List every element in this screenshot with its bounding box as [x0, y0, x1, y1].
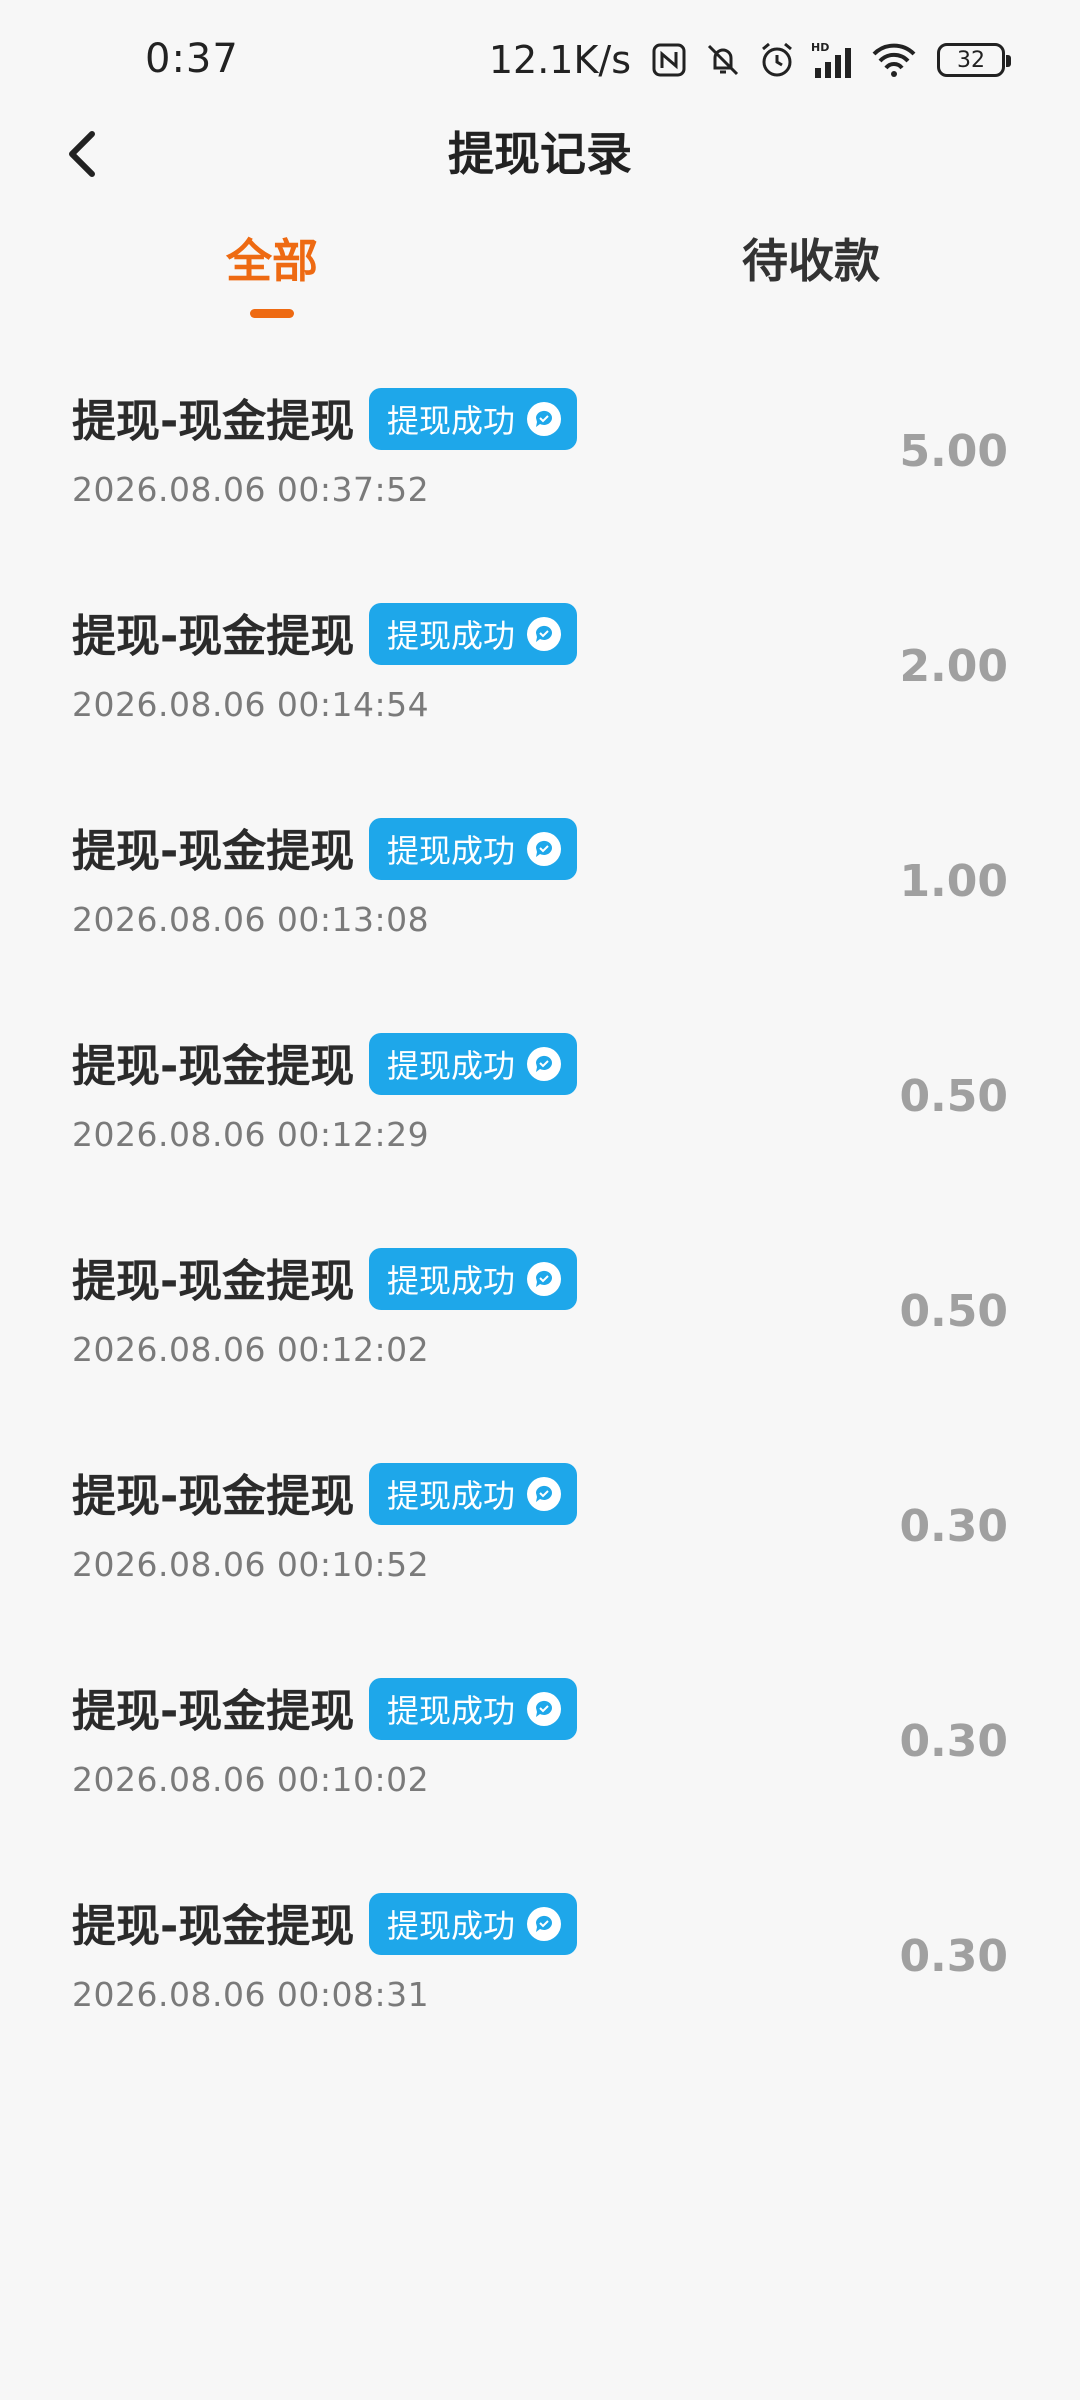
record-title: 提现-现金提现 [72, 826, 355, 877]
record-amount: 0.30 [899, 1931, 1008, 1982]
record-time: 2026.08.06 00:14:54 [72, 685, 430, 724]
battery-icon: 32 [937, 43, 1011, 77]
record-amount: 0.50 [899, 1071, 1008, 1122]
tab-all-label: 全部 [226, 234, 318, 288]
nfc-icon [649, 40, 689, 80]
status-icons: 12.1K/s HD 32 [488, 30, 1011, 90]
tab-bar: 全部 待收款 [0, 225, 1080, 325]
chat-bubble-icon [527, 1262, 562, 1296]
status-badge: 提现成功 [369, 603, 578, 665]
chat-bubble-icon [527, 1477, 562, 1511]
list-item[interactable]: 提现-现金提现 提现成功 2026.08.06 00:10:02 0.30 [0, 1660, 1080, 1875]
battery-level: 32 [957, 47, 985, 73]
status-badge: 提现成功 [369, 388, 578, 450]
record-time: 2026.08.06 00:12:02 [72, 1330, 430, 1369]
bell-muted-icon [703, 40, 743, 80]
record-title: 提现-现金提现 [72, 1901, 355, 1952]
record-title: 提现-现金提现 [72, 396, 355, 447]
record-title: 提现-现金提现 [72, 1686, 355, 1737]
tab-all[interactable]: 全部 [226, 225, 318, 325]
record-title: 提现-现金提现 [72, 1041, 355, 1092]
record-time: 2026.08.06 00:10:02 [72, 1760, 430, 1799]
record-time: 2026.08.06 00:13:08 [72, 900, 430, 939]
status-badge: 提现成功 [369, 818, 578, 880]
tab-pending-label: 待收款 [742, 234, 880, 288]
status-badge: 提现成功 [369, 1463, 578, 1525]
status-badge: 提现成功 [369, 1678, 578, 1740]
record-amount: 5.00 [899, 426, 1008, 477]
status-badge-label: 提现成功 [387, 1477, 516, 1515]
withdraw-record-list: 提现-现金提现 提现成功 2026.08.06 00:37:52 5.00 提现… [0, 370, 1080, 2090]
record-amount: 0.30 [899, 1716, 1008, 1767]
status-badge-label: 提现成功 [387, 1047, 516, 1085]
status-bar: 0:37 12.1K/s HD 32 [0, 0, 1080, 120]
list-item[interactable]: 提现-现金提现 提现成功 2026.08.06 00:12:02 0.50 [0, 1230, 1080, 1445]
list-item[interactable]: 提现-现金提现 提现成功 2026.08.06 00:10:52 0.30 [0, 1445, 1080, 1660]
status-badge-label: 提现成功 [387, 1907, 516, 1945]
chat-bubble-icon [527, 1907, 562, 1941]
tab-active-indicator [250, 309, 294, 318]
tab-pending[interactable]: 待收款 [742, 225, 880, 325]
status-badge: 提现成功 [369, 1893, 578, 1955]
hd-signal-icon: HD [811, 40, 857, 80]
app-root: 0:37 12.1K/s HD 32 提现记录 全部 待收款 提现-现金提现 提… [0, 0, 1080, 2400]
record-amount: 0.50 [899, 1286, 1008, 1337]
record-title: 提现-现金提现 [72, 1256, 355, 1307]
list-item[interactable]: 提现-现金提现 提现成功 2026.08.06 00:37:52 5.00 [0, 370, 1080, 585]
list-item[interactable]: 提现-现金提现 提现成功 2026.08.06 00:08:31 0.30 [0, 1875, 1080, 2090]
page-title: 提现记录 [448, 127, 632, 181]
status-badge-label: 提现成功 [387, 402, 516, 440]
svg-text:HD: HD [811, 41, 829, 54]
chat-bubble-icon [527, 617, 562, 651]
status-badge-label: 提现成功 [387, 832, 516, 870]
record-time: 2026.08.06 00:10:52 [72, 1545, 430, 1584]
record-title: 提现-现金提现 [72, 611, 355, 662]
net-speed: 12.1K/s [488, 38, 631, 82]
record-title: 提现-现金提现 [72, 1471, 355, 1522]
chat-bubble-icon [527, 402, 562, 436]
status-time: 0:37 [145, 36, 239, 82]
status-badge: 提现成功 [369, 1033, 578, 1095]
record-time: 2026.08.06 00:37:52 [72, 470, 430, 509]
status-badge-label: 提现成功 [387, 617, 516, 655]
list-item[interactable]: 提现-现金提现 提现成功 2026.08.06 00:13:08 1.00 [0, 800, 1080, 1015]
status-badge-label: 提现成功 [387, 1262, 516, 1300]
alarm-icon [757, 40, 797, 80]
record-amount: 0.30 [899, 1501, 1008, 1552]
list-item[interactable]: 提现-现金提现 提现成功 2026.08.06 00:14:54 2.00 [0, 585, 1080, 800]
record-amount: 1.00 [899, 856, 1008, 907]
status-badge-label: 提现成功 [387, 1692, 516, 1730]
list-item[interactable]: 提现-现金提现 提现成功 2026.08.06 00:12:29 0.50 [0, 1015, 1080, 1230]
page-header: 提现记录 [0, 110, 1080, 200]
record-time: 2026.08.06 00:08:31 [72, 1975, 430, 2014]
wifi-icon [871, 40, 917, 80]
chat-bubble-icon [527, 832, 562, 866]
record-amount: 2.00 [899, 641, 1008, 692]
record-time: 2026.08.06 00:12:29 [72, 1115, 430, 1154]
chat-bubble-icon [527, 1047, 562, 1081]
status-badge: 提现成功 [369, 1248, 578, 1310]
chat-bubble-icon [527, 1692, 562, 1726]
